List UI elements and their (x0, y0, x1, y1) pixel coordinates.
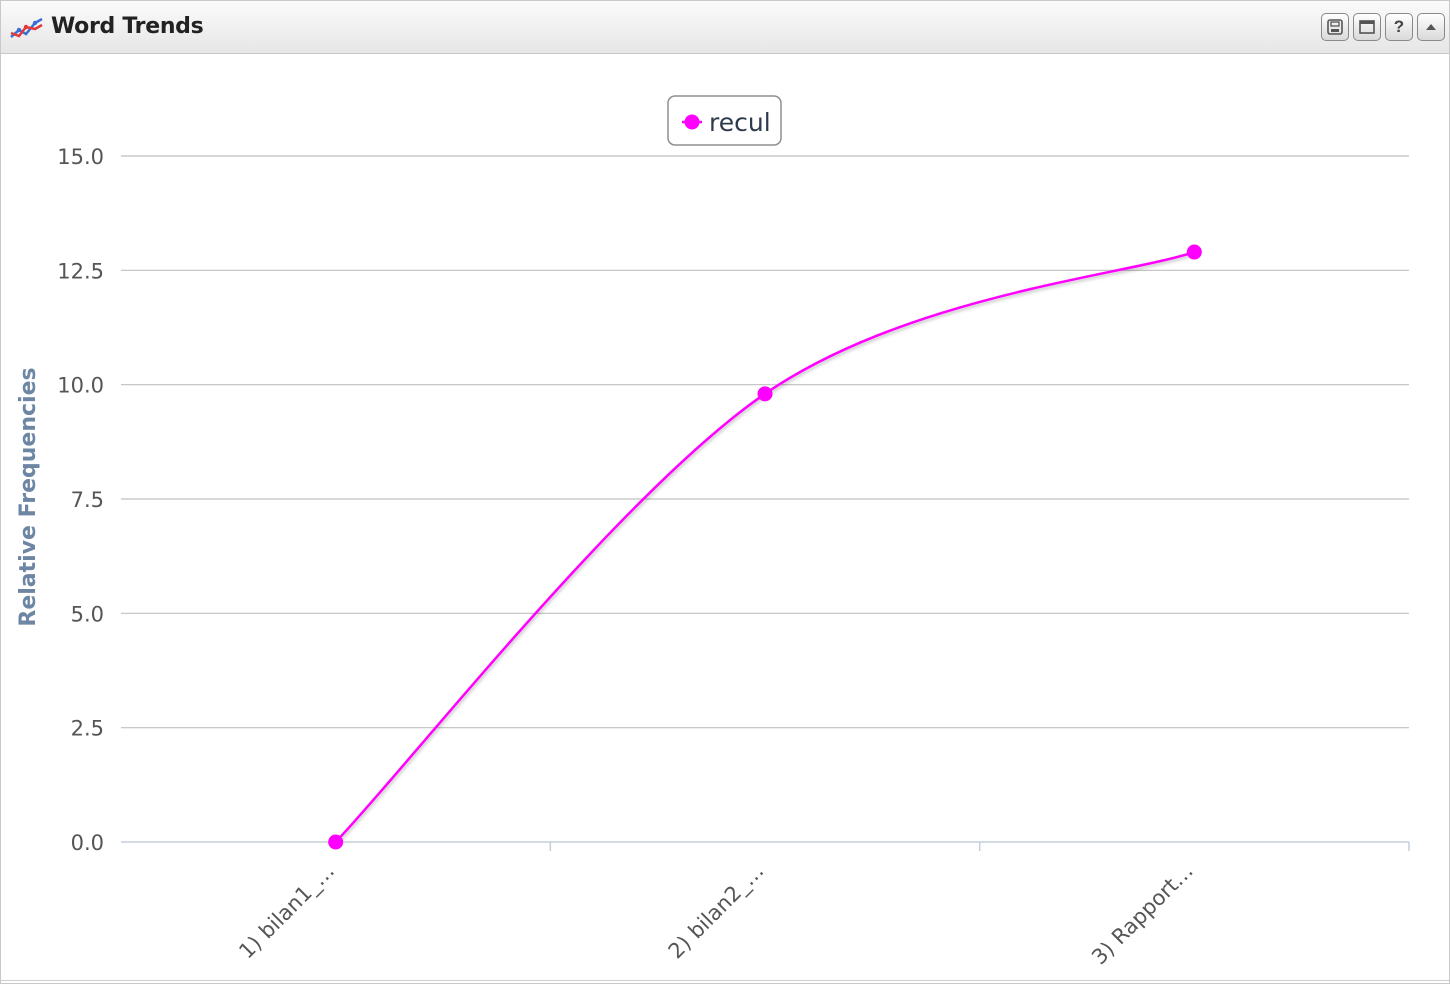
help-button[interactable]: ? (1385, 13, 1413, 41)
word-trends-panel: Word Trends ? 0.0 2.5 5.0 7.5 10.0 12.5 … (0, 0, 1450, 984)
chart-series (328, 244, 1202, 850)
y-tick-label: 5.0 (71, 602, 104, 626)
word-trends-chart: 0.0 2.5 5.0 7.5 10.0 12.5 15.0 1) bilan1_… 2) b… (16, 95, 1410, 970)
legend-marker (684, 114, 700, 130)
maximize-button[interactable] (1353, 13, 1381, 41)
x-tick-label: 1) bilan1_… (234, 859, 340, 965)
x-tick-label: 3) Rapport… (1087, 859, 1198, 970)
save-button[interactable] (1321, 13, 1349, 41)
y-tick-label: 12.5 (57, 259, 104, 283)
save-icon (1327, 19, 1343, 35)
y-tick-label: 7.5 (71, 488, 104, 512)
data-point[interactable] (328, 834, 344, 850)
x-tick-label: 2) bilan2_… (664, 859, 770, 965)
help-icon: ? (1393, 17, 1405, 36)
data-point[interactable] (757, 386, 773, 402)
panel-toolbar: ? (1321, 13, 1445, 41)
collapse-button[interactable] (1417, 13, 1445, 41)
y-tick-label: 0.0 (71, 831, 104, 855)
panel-bottom-border (1, 980, 1449, 981)
series-line-recul (334, 250, 1195, 843)
y-axis-label: Relative Frequencies (16, 367, 41, 626)
maximize-icon (1359, 20, 1375, 34)
y-tick-label: 15.0 (57, 145, 104, 169)
legend-label: recul (709, 108, 771, 137)
y-axis-ticks: 0.0 2.5 5.0 7.5 10.0 12.5 15.0 (57, 145, 104, 855)
collapse-icon (1426, 24, 1436, 30)
y-tick-label: 10.0 (57, 374, 104, 398)
line-chart-icon (10, 17, 43, 38)
y-tick-label: 2.5 (71, 717, 104, 741)
panel-titlebar: Word Trends ? (1, 1, 1449, 54)
x-axis-labels: 1) bilan1_… 2) bilan2_… 3) Rapport… (234, 859, 1198, 970)
x-axis (121, 841, 1410, 851)
data-point[interactable] (1186, 244, 1202, 260)
chart-legend[interactable]: recul (667, 95, 782, 146)
panel-title: Word Trends (51, 14, 204, 39)
chart-gridlines (121, 155, 1409, 729)
